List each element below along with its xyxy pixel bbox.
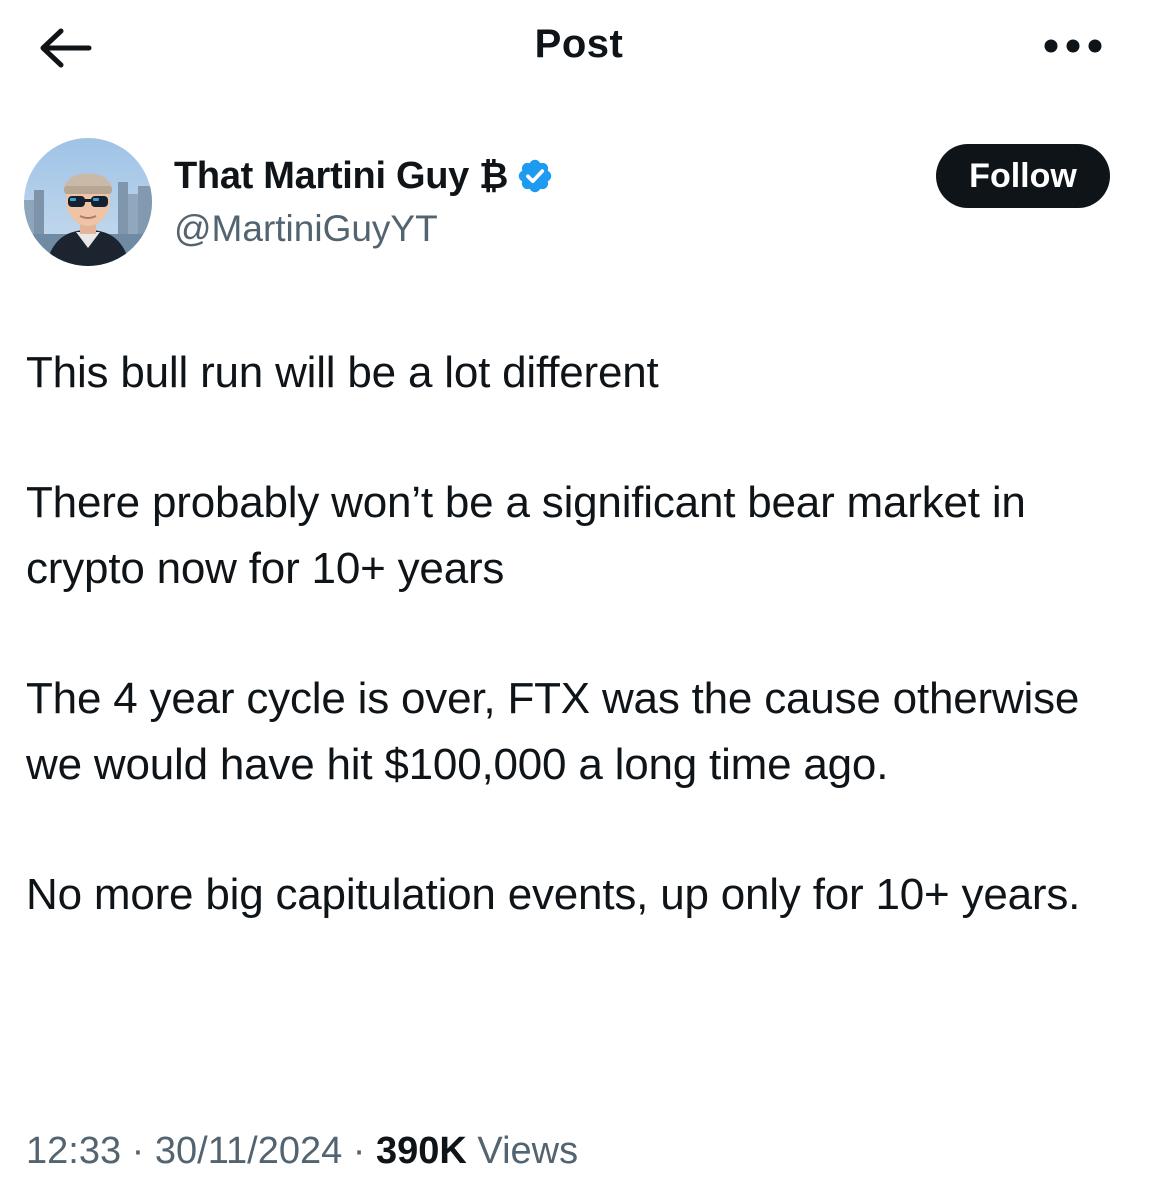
author-name[interactable]: That Martini Guy bbox=[174, 155, 469, 198]
post-date[interactable]: 30/11/2024 bbox=[155, 1130, 342, 1172]
meta-separator: · bbox=[121, 1130, 155, 1172]
bitcoin-symbol: ₿ bbox=[479, 155, 509, 196]
post-time[interactable]: 12:33 bbox=[26, 1130, 121, 1172]
views-count[interactable]: 390K bbox=[376, 1130, 467, 1172]
post-paragraph: There probably won’t be a significant be… bbox=[26, 478, 1026, 593]
post-text: This bull run will be a lot different Th… bbox=[26, 340, 1136, 928]
follow-button[interactable]: Follow bbox=[936, 144, 1110, 208]
more-horizontal-icon bbox=[1044, 39, 1102, 53]
post-paragraph: No more big capitulation events, up only… bbox=[26, 870, 1081, 919]
post-paragraph: This bull run will be a lot different bbox=[26, 348, 659, 397]
author-name-row[interactable]: That Martini Guy ₿ bbox=[174, 152, 554, 200]
author-handle[interactable]: @MartiniGuyYT bbox=[174, 208, 438, 250]
top-bar: Post bbox=[0, 0, 1158, 100]
post-paragraph: The 4 year cycle is over, FTX was the ca… bbox=[26, 674, 1080, 789]
post-meta: 12:33 · 30/11/2024 · 390K Views bbox=[26, 1130, 578, 1173]
page-title: Post bbox=[534, 22, 624, 66]
more-options-button[interactable] bbox=[1040, 26, 1106, 66]
verified-badge-icon bbox=[516, 157, 554, 195]
meta-separator: · bbox=[342, 1130, 377, 1172]
avatar[interactable] bbox=[24, 138, 152, 266]
views-label: Views bbox=[466, 1130, 579, 1172]
